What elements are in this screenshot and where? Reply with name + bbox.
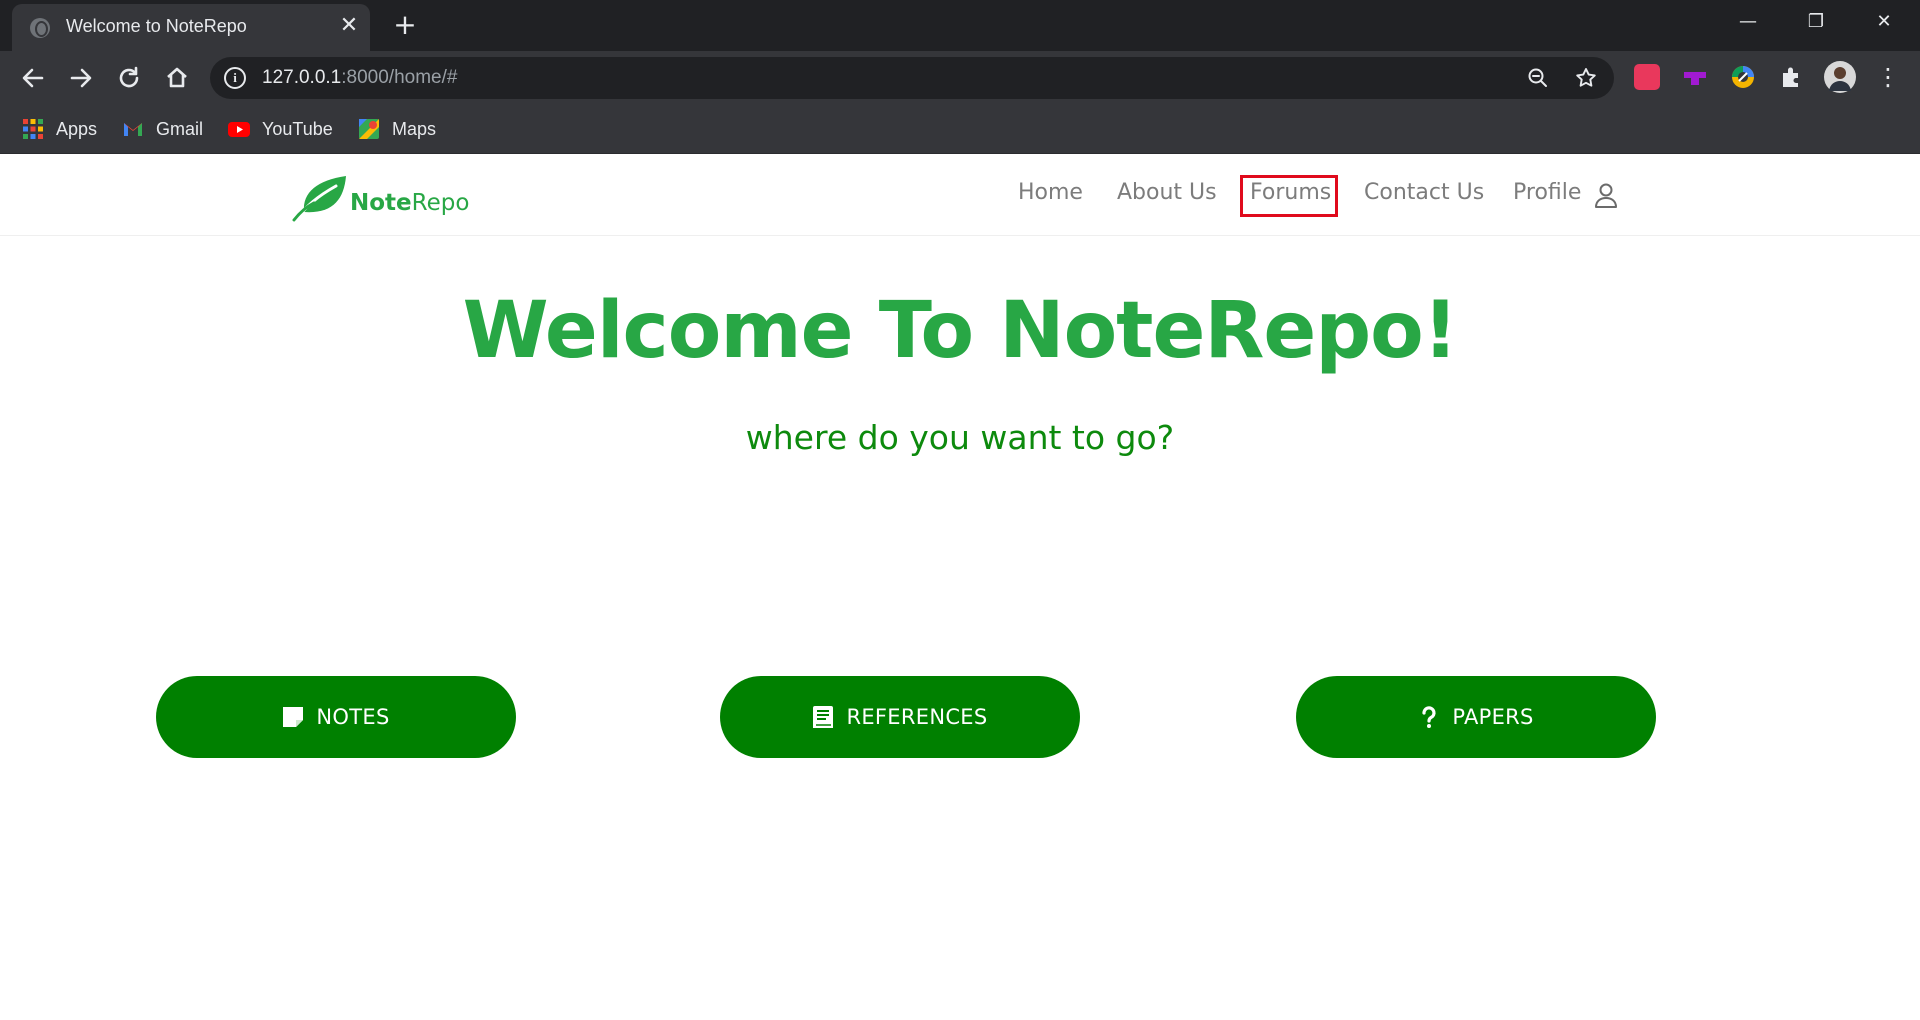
bookmark-label: YouTube — [262, 118, 333, 139]
logo-text: NoteRepo — [350, 190, 469, 216]
nav-contact-link[interactable]: Contact Us — [1364, 180, 1484, 205]
forums-highlight-box — [1240, 175, 1338, 217]
address-bar[interactable]: i 127.0.0.1:8000/home/# — [210, 57, 1614, 99]
tab-close-icon[interactable]: ✕ — [336, 13, 362, 39]
logo-regular: Repo — [411, 190, 470, 216]
arrow-right-icon — [70, 68, 92, 88]
hero-title-prefix: Welcome To — [462, 286, 1000, 376]
bookmark-apps[interactable]: Apps — [22, 116, 97, 142]
globe-icon — [30, 18, 50, 38]
book-icon — [812, 705, 834, 729]
bookmark-maps[interactable]: Maps — [358, 116, 436, 142]
notes-button-label: NOTES — [316, 705, 390, 729]
papers-button[interactable]: PAPERS — [1296, 676, 1656, 758]
bookmark-label: Apps — [56, 118, 98, 139]
leaf-logo-icon — [292, 176, 346, 222]
gmail-icon — [122, 118, 144, 140]
hero-subtitle: where do you want to go? — [745, 418, 1175, 457]
reload-button[interactable] — [112, 61, 146, 95]
bookmarks-bar: Apps Gmail YouTube Maps — [0, 104, 1920, 154]
tetris-extension-icon[interactable] — [1682, 64, 1708, 90]
bookmark-gmail[interactable]: Gmail — [122, 116, 203, 142]
color-wheel-extension-icon[interactable] — [1730, 64, 1756, 90]
notes-button[interactable]: NOTES — [156, 676, 516, 758]
window-close-button[interactable]: ✕ — [1864, 6, 1904, 38]
site-info-icon[interactable]: i — [224, 67, 246, 89]
browser-tab[interactable]: Welcome to NoteRepo ✕ — [12, 4, 370, 51]
youtube-icon — [228, 118, 250, 140]
bookmark-star-icon[interactable] — [1574, 66, 1598, 90]
browser-toolbar: i 127.0.0.1:8000/home/# ⋮ — [0, 51, 1920, 104]
browser-tab-bar: Welcome to NoteRepo ✕ + — ❐ ✕ — [0, 0, 1920, 51]
maps-icon — [358, 118, 380, 140]
hero-title-bold: Note — [999, 286, 1205, 376]
bookmark-label: Gmail — [156, 118, 204, 139]
home-icon — [167, 67, 187, 88]
references-button-label: REFERENCES — [846, 705, 988, 729]
profile-avatar[interactable] — [1824, 61, 1856, 93]
zoom-out-icon[interactable] — [1526, 66, 1550, 90]
reload-icon — [119, 66, 139, 88]
back-button[interactable] — [16, 61, 50, 95]
nav-home-link[interactable]: Home — [1018, 180, 1083, 205]
logo-bold: Note — [350, 190, 412, 216]
user-icon[interactable] — [1594, 182, 1618, 208]
nav-profile-link[interactable]: Profile — [1513, 180, 1581, 205]
menu-kebab-icon[interactable]: ⋮ — [1876, 64, 1900, 90]
bookmark-label: Maps — [392, 118, 437, 139]
references-button[interactable]: REFERENCES — [720, 676, 1080, 758]
new-tab-button[interactable]: + — [390, 10, 420, 40]
forward-button[interactable] — [64, 61, 98, 95]
question-mark-icon — [1418, 705, 1440, 729]
hero-title: Welcome To NoteRepo! — [0, 286, 1920, 376]
nav-about-link[interactable]: About Us — [1117, 180, 1217, 205]
home-button[interactable] — [160, 61, 194, 95]
minimize-button[interactable]: — — [1728, 6, 1768, 38]
url-path: :8000/home/# — [341, 67, 458, 88]
bookmark-youtube[interactable]: YouTube — [228, 116, 333, 142]
restore-button[interactable]: ❐ — [1796, 6, 1836, 38]
tab-title: Welcome to NoteRepo — [66, 16, 247, 36]
site-navbar: NoteRepo Home About Us Forums Contact Us… — [0, 154, 1920, 236]
site-logo[interactable]: NoteRepo — [292, 168, 469, 222]
timer-extension-icon[interactable] — [1634, 64, 1660, 90]
apps-grid-icon — [22, 118, 44, 140]
papers-button-label: PAPERS — [1452, 705, 1534, 729]
hero-title-suffix: Repo! — [1204, 286, 1458, 376]
url-text: 127.0.0.1:8000/home/# — [262, 67, 457, 89]
arrow-left-icon — [22, 68, 44, 88]
url-host: 127.0.0.1 — [262, 67, 342, 88]
extensions-puzzle-icon[interactable] — [1778, 64, 1804, 90]
sticky-note-icon — [282, 705, 304, 729]
